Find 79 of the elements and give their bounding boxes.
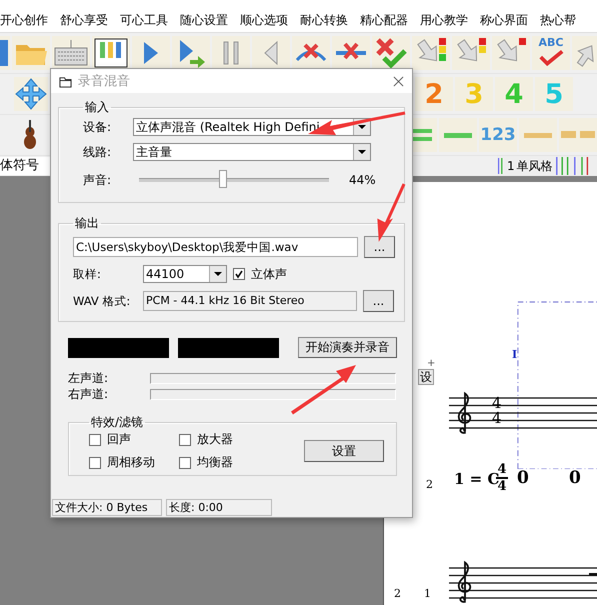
browse-button[interactable]: ... — [364, 236, 395, 258]
close-icon[interactable] — [393, 76, 404, 86]
back-icon[interactable] — [252, 36, 290, 70]
device-dropdown[interactable]: 立体声混音 (Realtek High Defini — [133, 118, 371, 136]
key-signature: 1 = C — [454, 470, 500, 488]
pause-icon[interactable] — [212, 36, 250, 70]
menu-item[interactable]: 精心配器 — [360, 12, 408, 28]
checkbox[interactable] — [233, 268, 245, 280]
menu-item[interactable]: 可心工具 — [120, 12, 168, 28]
menu-item[interactable]: 开心创作 — [0, 12, 48, 28]
delete-icon[interactable] — [292, 36, 330, 70]
field-label: 设备: — [83, 118, 112, 136]
checkbox-label: 均衡器 — [197, 454, 233, 471]
check-icon — [537, 49, 565, 67]
cross-check-icon[interactable] — [372, 36, 410, 70]
pointer-icon[interactable] — [492, 36, 530, 70]
jianpu-note: 0 — [569, 468, 581, 488]
group-title: 输出 — [74, 215, 100, 232]
menu-item[interactable]: 舒心享受 — [60, 12, 108, 28]
track-ticks-drawing — [497, 157, 505, 175]
field-label: 线路: — [83, 144, 112, 160]
file-path-field[interactable]: C:\Users\skyboy\Desktop\我爱中国.wav — [73, 237, 358, 257]
channel-label: 左声道: — [68, 370, 110, 386]
caret-icon — [214, 272, 222, 276]
field-label: 声音: — [83, 172, 112, 188]
format-button[interactable]: ... — [363, 290, 394, 312]
move-icon[interactable] — [14, 77, 48, 111]
style-label: 单风格 — [516, 158, 553, 174]
field-label: 取样: — [73, 266, 102, 282]
status-panel: 长度: 0:00 — [166, 499, 272, 516]
style-number: 1 — [507, 159, 515, 173]
sample-rate-dropdown[interactable]: 44100 — [143, 265, 227, 283]
checkbox[interactable] — [89, 456, 101, 468]
line-number: 2 — [394, 587, 401, 600]
menu-item[interactable]: 称心界面 — [480, 12, 528, 28]
staff-settings-button[interactable]: 设 — [418, 369, 434, 385]
menu-item[interactable]: 耐心转换 — [300, 12, 348, 28]
volume-reading: 44% — [349, 173, 376, 187]
jianpu-note: 0 — [517, 468, 529, 488]
checkbox-label: 立体声 — [251, 266, 287, 282]
channel-label: 右声道: — [68, 386, 110, 402]
menu-item[interactable]: 随心设置 — [180, 12, 228, 28]
caret-icon — [358, 150, 366, 154]
group-title: 输入 — [84, 99, 110, 116]
field-label: WAV 格式: — [73, 294, 132, 308]
caret-icon — [358, 125, 366, 129]
plus-sign: + — [427, 358, 436, 369]
checkbox-label: 放大器 — [197, 431, 233, 448]
record-button[interactable]: 开始演奏并录音 — [298, 337, 397, 358]
time-signature-number: 4 — [497, 480, 507, 492]
annotation-arrow — [377, 183, 406, 242]
annotation-arrow — [291, 365, 356, 414]
text-cursor: I — [512, 348, 518, 361]
volume-slider[interactable] — [218, 170, 227, 188]
menu-item[interactable]: 用心教学 — [420, 12, 468, 28]
pointer-icon[interactable] — [412, 36, 450, 70]
status-panel: 文件大小: 0 Bytes — [52, 499, 162, 516]
checkbox-label: 周相移动 — [107, 454, 155, 471]
time-signature-number: 4 — [497, 463, 507, 476]
line-dropdown[interactable]: 主音量 — [133, 143, 371, 161]
line-number: 2 — [426, 478, 433, 491]
window-icon — [59, 74, 72, 88]
checkbox[interactable] — [89, 434, 101, 446]
menu-item[interactable]: 热心帮 — [540, 12, 576, 28]
settings-button[interactable]: 设置 — [304, 440, 384, 462]
wav-format-field: PCM - 44.1 kHz 16 Bit Stereo — [143, 291, 357, 311]
checkbox[interactable] — [179, 456, 191, 468]
group-title: 特效/滤镜 — [90, 414, 144, 431]
spell-check-button[interactable]: ABC — [532, 36, 570, 70]
checkbox[interactable] — [179, 434, 191, 446]
line-number: 1 — [424, 587, 431, 600]
checkbox-label: 回声 — [107, 431, 131, 448]
menu-item[interactable]: 顺心选项 — [240, 12, 288, 28]
dialog-title: 录音混音 — [78, 73, 131, 90]
keyboard-icon[interactable] — [52, 36, 90, 70]
piano-icon[interactable] — [92, 36, 130, 70]
delete-icon[interactable] — [332, 36, 370, 70]
play-icon[interactable] — [132, 36, 170, 70]
pointer-icon[interactable] — [452, 36, 490, 70]
